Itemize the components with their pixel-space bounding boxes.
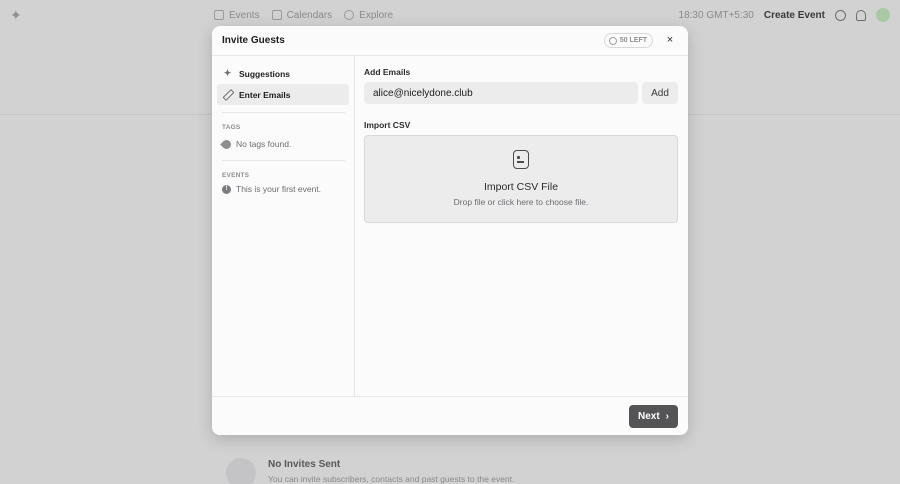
nav-item-explore[interactable]: Explore [344, 10, 393, 21]
modal-main-panel: Add Emails Add Import CSV Import CSV Fil… [355, 56, 688, 396]
nav-item-label: Events [229, 9, 260, 21]
dropzone-title: Import CSV File [483, 181, 559, 193]
events-info-row: ! This is your first event. [222, 184, 321, 194]
email-input[interactable] [364, 82, 638, 104]
tags-empty-text: No tags found. [236, 139, 292, 149]
nav-item-label: Explore [359, 9, 394, 21]
sidebar-divider [222, 112, 345, 113]
calendar-check-icon [214, 10, 224, 20]
add-emails-label: Add Emails [364, 67, 411, 77]
sidebar-item-label: Enter Emails [239, 89, 291, 100]
modal-title: Invite Guests [222, 35, 285, 46]
next-button[interactable]: Next › [629, 405, 678, 428]
bell-icon[interactable] [856, 9, 866, 21]
close-icon: × [666, 34, 674, 46]
tags-section-label: TAGS [222, 124, 241, 131]
tag-icon [220, 137, 233, 151]
sparkles-icon: ✦ [223, 68, 232, 78]
add-email-button[interactable]: Add [642, 82, 678, 104]
chevron-right-icon: › [665, 410, 670, 422]
dropzone-subtitle: Drop file or click here to choose file. [453, 197, 589, 207]
csv-dropzone[interactable]: Import CSV File Drop file or click here … [364, 135, 678, 223]
pencil-icon [223, 90, 232, 99]
sidebar-divider [222, 160, 345, 161]
remaining-invites-text: 50 LEFT [619, 37, 647, 44]
no-invites-card: No Invites Sent You can invite subscribe… [214, 448, 686, 484]
sidebar-item-label: Suggestions [239, 68, 291, 79]
close-button[interactable]: × [664, 34, 676, 46]
sidebar-item-suggestions[interactable]: ✦ Suggestions [217, 63, 349, 84]
no-invites-title: No Invites Sent [268, 459, 341, 470]
info-icon: ! [222, 184, 231, 194]
compass-icon [344, 10, 355, 20]
calendar-icon [271, 10, 282, 20]
no-invites-subtitle: You can invite subscribers, contacts and… [268, 474, 515, 484]
nav-item-calendars[interactable]: Calendars [271, 9, 333, 21]
events-info-text: This is your first event. [236, 184, 322, 194]
invite-guests-modal: Invite Guests 50 LEFT × ✦ Suggestions En… [212, 26, 688, 435]
invite-illustration-icon [226, 458, 256, 484]
nav-item-label: Calendars [286, 9, 333, 21]
top-right-controls: 18:30 GMT+5:30 Create Event [679, 0, 890, 30]
create-event-link[interactable]: Create Event [764, 10, 825, 21]
tags-empty-row: No tags found. [220, 137, 292, 151]
import-csv-label: Import CSV [364, 120, 411, 130]
next-button-label: Next [637, 411, 660, 422]
modal-sidebar: ✦ Suggestions Enter Emails TAGS No tags … [212, 56, 355, 396]
remaining-invites-badge: 50 LEFT [603, 33, 653, 48]
nav-item-events[interactable]: Events [214, 10, 260, 21]
events-section-label: EVENTS [222, 172, 250, 179]
modal-footer: Next › [212, 396, 688, 435]
modal-header: Invite Guests 50 LEFT × [212, 26, 688, 56]
user-avatar[interactable] [876, 8, 890, 22]
current-time: 18:30 GMT+5:30 [678, 9, 754, 21]
progress-ring-icon [608, 36, 617, 45]
sidebar-item-enter-emails[interactable]: Enter Emails [217, 84, 349, 105]
search-icon[interactable] [835, 9, 846, 21]
file-icon [513, 150, 529, 169]
app-logo-sparkle-icon[interactable]: ✦ [10, 8, 22, 22]
